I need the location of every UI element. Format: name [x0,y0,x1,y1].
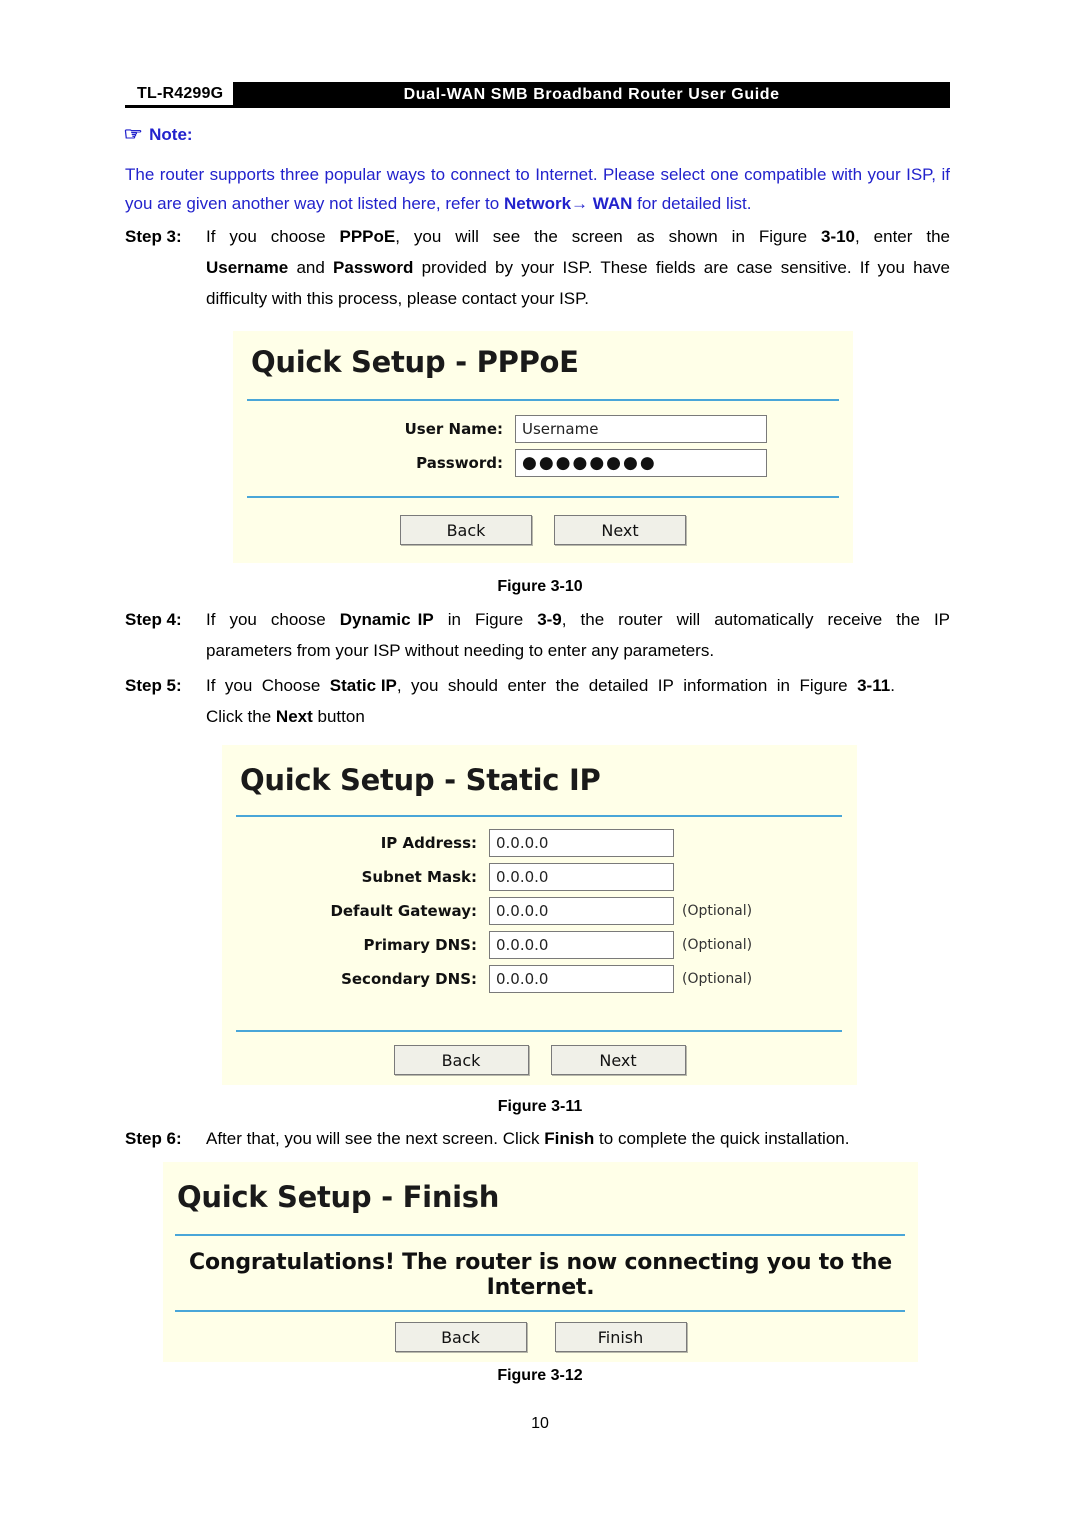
quick-setup-pppoe-panel: Quick Setup - PPPoE User Name: Username … [233,331,853,563]
static-back-button[interactable]: Back [393,1045,529,1075]
static-divider-top [236,815,842,817]
static-ip-address-row: IP Address: 0.0.0.0 [222,829,857,857]
step-5-label: Step 5: [125,676,182,695]
step-6-label: Step 6: [125,1129,182,1148]
static-subnet-mask-row: Subnet Mask: 0.0.0.0 [222,863,857,891]
static-primary-dns-row: Primary DNS: 0.0.0.0 (Optional) [222,931,857,959]
pppoe-divider-bottom [247,496,839,498]
pppoe-next-button[interactable]: Next [554,515,686,545]
pppoe-password-label: Password: [416,454,503,472]
note-body: The router supports three popular ways t… [125,160,950,218]
finish-divider-top [175,1234,905,1236]
step-6-text: After that, you will see the next screen… [206,1129,850,1148]
step-5: Step 5: If you Choose Static IP, you sho… [125,670,950,732]
pointing-hand-icon: ☞ [123,124,143,144]
static-form: IP Address: 0.0.0.0 Subnet Mask: 0.0.0.0… [222,829,857,999]
pppoe-form: User Name: Username Password: ●●●●●●●● [233,415,853,483]
static-secondary-dns-input[interactable]: 0.0.0.0 [489,965,674,993]
static-primary-dns-hint: (Optional) [682,937,753,953]
static-primary-dns-label: Primary DNS: [363,936,478,954]
finish-finish-button[interactable]: Finish [554,1322,687,1352]
static-panel-title: Quick Setup - Static IP [240,763,601,797]
finish-divider-bottom [175,1310,905,1312]
finish-message: Congratulations! The router is now conne… [189,1250,892,1300]
pppoe-password-row: Password: ●●●●●●●● [233,449,853,477]
step-4-label: Step 4: [125,610,182,629]
static-next-button[interactable]: Next [550,1045,686,1075]
header-title: Dual-WAN SMB Broadband Router User Guide [233,82,950,108]
note-label: Note: [149,124,193,144]
step-4: Step 4: If you choose Dynamic IP in Figu… [125,604,950,666]
step-4-text: If you choose Dynamic IP in Figure 3-9, … [206,610,951,660]
finish-panel-title: Quick Setup - Finish [177,1180,500,1214]
static-default-gateway-row: Default Gateway: 0.0.0.0 (Optional) [222,897,857,925]
static-button-row: Back Next [222,1045,857,1075]
figure-caption-3-11: Figure 3-11 [497,1098,583,1115]
pppoe-password-input[interactable]: ●●●●●●●● [515,449,767,477]
step-3-text: If you choose PPPoE, you will see the sc… [206,227,950,308]
quick-setup-finish-panel: Quick Setup - Finish Congratulations! Th… [163,1162,918,1362]
pppoe-username-row: User Name: Username [233,415,853,443]
figure-caption-3-12: Figure 3-12 [497,1367,583,1384]
static-divider-bottom [236,1030,842,1032]
step-3-label: Step 3: [125,227,182,246]
pppoe-divider-top [247,399,839,401]
header-model: TL-R4299G [125,82,234,108]
quick-setup-static-ip-panel: Quick Setup - Static IP IP Address: 0.0.… [222,745,857,1085]
figure-caption-3-10: Figure 3-10 [497,578,583,595]
note-heading: ☞ Note: [123,124,193,145]
pppoe-username-label: User Name: [404,420,503,438]
static-ip-address-input[interactable]: 0.0.0.0 [489,829,674,857]
static-secondary-dns-label: Secondary DNS: [341,970,477,988]
note-text-part2: for detailed list. [632,194,752,213]
static-secondary-dns-hint: (Optional) [682,971,753,987]
step-6: Step 6: After that, you will see the nex… [125,1123,950,1154]
finish-button-row: Back Finish [163,1322,918,1352]
note-link: Network→ WAN [503,194,633,213]
document-page: TL-R4299G Dual-WAN SMB Broadband Router … [0,0,1080,1527]
static-subnet-mask-input[interactable]: 0.0.0.0 [489,863,674,891]
pppoe-button-row: Back Next [233,515,853,545]
step-5-text: If you Choose Static IP, you should ente… [206,676,895,726]
page-header: TL-R4299G Dual-WAN SMB Broadband Router … [125,82,950,108]
finish-back-button[interactable]: Back [394,1322,527,1352]
page-number: 10 [531,1415,549,1432]
static-default-gateway-input[interactable]: 0.0.0.0 [489,897,674,925]
static-secondary-dns-row: Secondary DNS: 0.0.0.0 (Optional) [222,965,857,993]
static-default-gateway-label: Default Gateway: [330,902,477,920]
static-ip-address-label: IP Address: [380,834,477,852]
static-default-gateway-hint: (Optional) [682,903,753,919]
pppoe-panel-title: Quick Setup - PPPoE [251,345,579,379]
static-subnet-mask-label: Subnet Mask: [361,868,477,886]
pppoe-back-button[interactable]: Back [400,515,532,545]
pppoe-username-input[interactable]: Username [515,415,767,443]
step-3: Step 3: If you choose PPPoE, you will se… [125,221,950,314]
static-primary-dns-input[interactable]: 0.0.0.0 [489,931,674,959]
